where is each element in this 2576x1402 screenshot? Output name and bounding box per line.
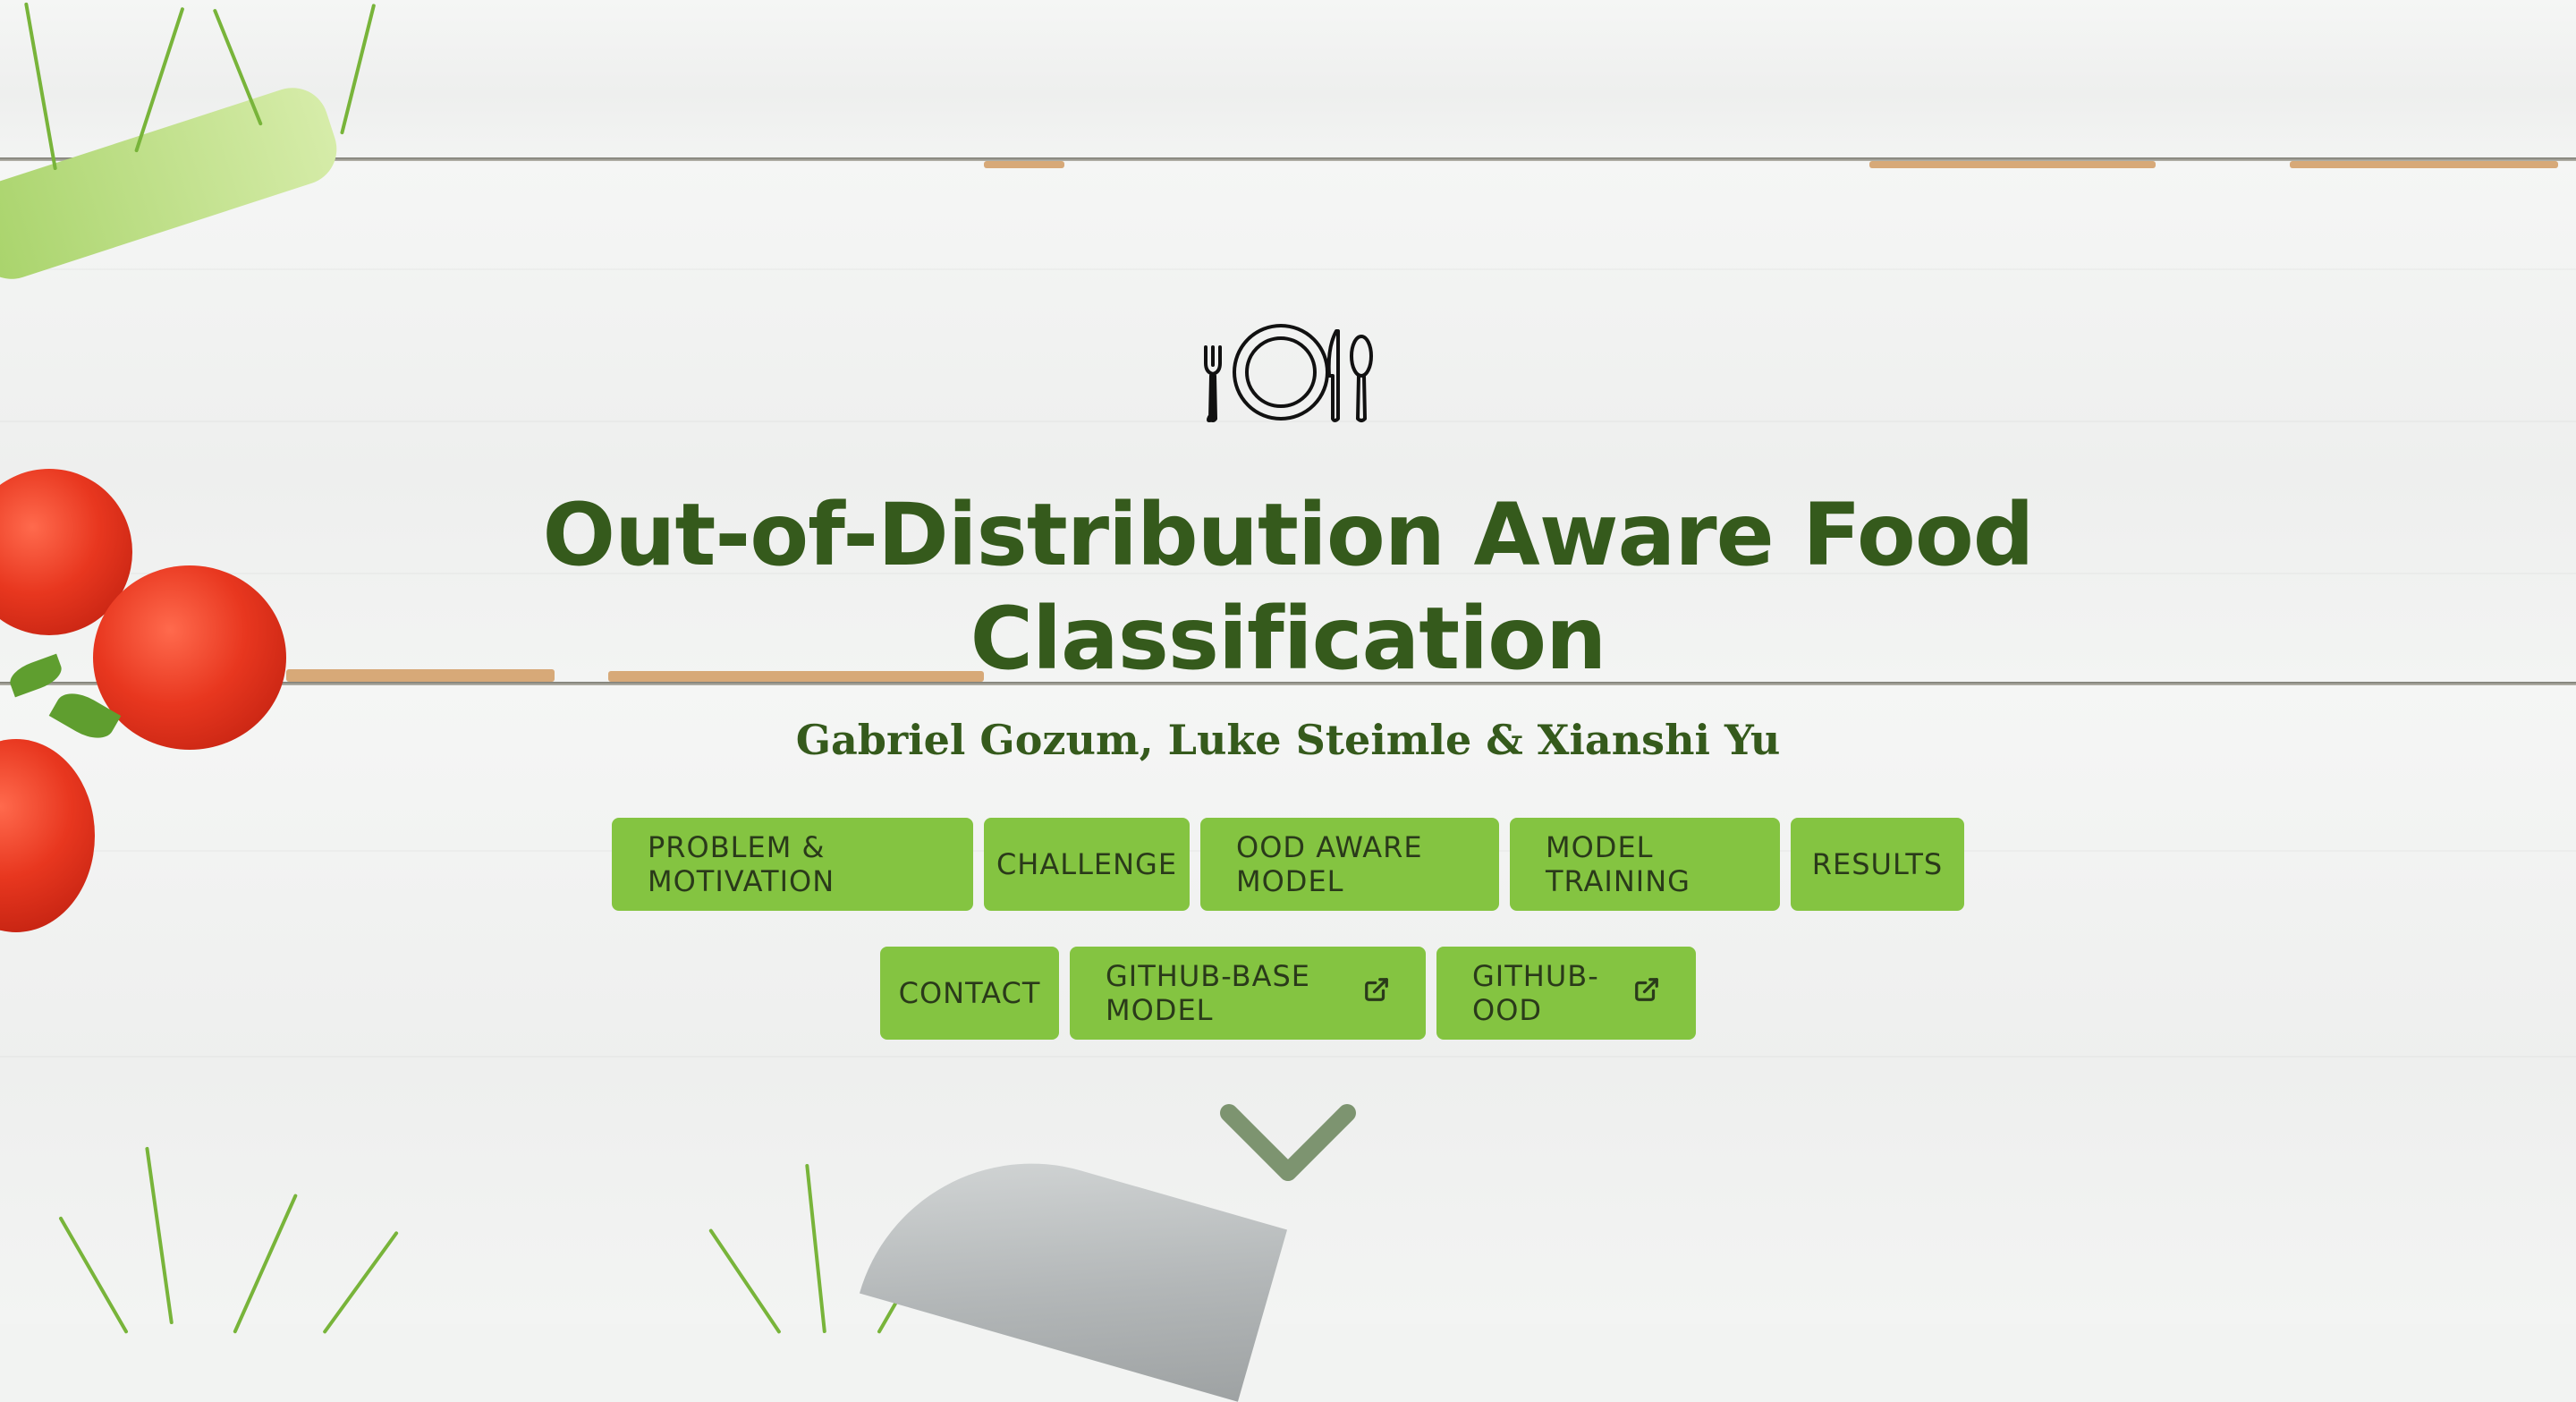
plate-fork-spoon-icon (1204, 324, 1373, 422)
hero-section: Out-of-Distribution Aware Food Classific… (0, 0, 2576, 1324)
nav-ood-aware-model-button[interactable]: OOD AWARE MODEL (1200, 818, 1499, 911)
nav-button-label: GITHUB-OOD (1472, 959, 1599, 1027)
nav-problem-motivation-button[interactable]: PROBLEM & MOTIVATION (612, 818, 973, 911)
chevron-down-icon[interactable] (1218, 1102, 1358, 1186)
nav-button-label: OOD AWARE MODEL (1236, 830, 1423, 898)
nav-button-label: RESULTS (1811, 847, 1944, 881)
nav-contact-button[interactable]: CONTACT (880, 947, 1059, 1040)
external-link-icon (1363, 976, 1390, 1010)
nav-button-label: MODEL TRAINING (1546, 830, 1690, 898)
nav-results-button[interactable]: RESULTS (1791, 818, 1964, 911)
nav-github-ood-button[interactable]: GITHUB-OOD (1436, 947, 1696, 1040)
authors-line: Gabriel Gozum, Luke Steimle & Xianshi Yu (795, 716, 1781, 764)
page-title: Out-of-Distribution Aware Food Classific… (501, 483, 2075, 691)
nav-model-training-button[interactable]: MODEL TRAINING (1510, 818, 1780, 911)
title-line-2: Classification (970, 589, 1607, 689)
nav-button-label: CHALLENGE (996, 847, 1178, 881)
title-line-1: Out-of-Distribution Aware Food (542, 485, 2035, 585)
nav-github-base-model-button[interactable]: GITHUB-BASE MODEL (1070, 947, 1426, 1040)
external-link-icon (1633, 976, 1660, 1010)
nav-button-label: CONTACT (898, 976, 1041, 1010)
nav-button-label: GITHUB-BASE MODEL (1106, 959, 1310, 1027)
nav-button-label: PROBLEM & MOTIVATION (648, 830, 835, 898)
nav-row: CONTACT GITHUB-BASE MODEL GITHUB-OOD (0, 947, 2576, 1040)
nav-challenge-button[interactable]: CHALLENGE (984, 818, 1190, 911)
nav-row: PROBLEM & MOTIVATION CHALLENGE OOD AWARE… (0, 818, 2576, 911)
